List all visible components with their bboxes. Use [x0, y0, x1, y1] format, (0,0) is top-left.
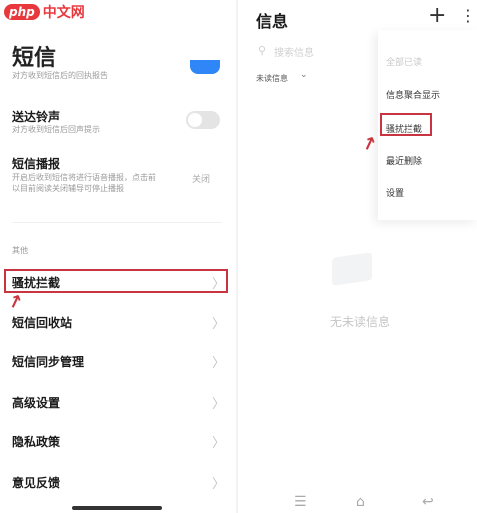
sms-broadcast-title: 短信播报	[12, 157, 61, 171]
menu-item-sms-sync[interactable]: 短信同步管理 〉	[0, 347, 236, 375]
chevron-right-icon: 〉	[212, 317, 226, 332]
search-input[interactable]: 搜索信息	[274, 44, 314, 59]
menu-item-advanced[interactable]: 高级设置 〉	[0, 388, 236, 416]
empty-state-icon	[332, 252, 372, 286]
delivery-ringtone-subtitle: 对方收到短信后回声提示	[12, 125, 100, 134]
divider	[12, 222, 222, 223]
search-icon: ⚲	[258, 44, 267, 57]
menu-item-label: 短信同步管理	[12, 355, 85, 369]
chevron-right-icon: 〉	[212, 397, 226, 412]
back-nav-icon[interactable]: ↩	[422, 494, 434, 510]
watermark: php 中文网	[4, 2, 85, 22]
menu-item-label: 隐私政策	[12, 435, 61, 449]
delivery-ringtone-toggle[interactable]	[186, 111, 220, 129]
menu-item-label: 短信回收站	[12, 316, 73, 330]
watermark-site-name: 中文网	[42, 5, 85, 21]
menu-item-label: 意见反馈	[12, 476, 61, 490]
menu-item-settings[interactable]: 设置	[386, 186, 404, 199]
sms-settings-panel: 短信 对方收到短信后的回执报告 送达铃声 对方收到短信后回声提示 短信播报 开启…	[0, 0, 236, 513]
menu-item-privacy[interactable]: 隐私政策 〉	[0, 427, 236, 455]
sms-broadcast-subtitle-1: 开启后收到短信将进行语音播报，点击前	[12, 173, 156, 182]
sms-broadcast-subtitle-2: 以目前阅读关闭辅导可停止播报	[12, 184, 124, 193]
section-label-other: 其他	[12, 246, 28, 255]
chevron-down-icon[interactable]: ⌄	[300, 70, 308, 80]
delivery-report-toggle[interactable]	[190, 60, 220, 74]
home-indicator[interactable]	[72, 506, 162, 510]
delivery-ringtone-title: 送达铃声	[12, 110, 61, 124]
more-icon[interactable]: ⋮	[460, 6, 476, 25]
empty-state-text: 无未读信息	[330, 315, 391, 329]
plus-icon[interactable]: +	[428, 3, 446, 28]
unread-filter[interactable]: 未读信息	[256, 73, 288, 84]
watermark-logo: php	[4, 4, 40, 20]
page-title: 短信	[12, 46, 57, 71]
menu-item-mark-all-read[interactable]: 全部已读	[386, 55, 422, 68]
menu-nav-icon[interactable]: ☰	[294, 494, 307, 510]
menu-item-feedback[interactable]: 意见反馈 〉	[0, 468, 236, 496]
messages-panel: 信息 + ⋮ ⚲ 搜索信息 未读信息 ⌄ 全部已读 信息聚合显示 骚扰拦截 最近…	[238, 0, 477, 513]
home-nav-icon[interactable]: ⌂	[356, 494, 365, 510]
chevron-right-icon: 〉	[212, 436, 226, 451]
menu-item-label: 高级设置	[12, 396, 61, 410]
sms-broadcast-value[interactable]: 关闭	[192, 172, 210, 185]
highlight-box	[380, 113, 432, 136]
menu-item-sms-trash[interactable]: 短信回收站 〉	[0, 308, 236, 336]
highlight-box	[4, 269, 228, 293]
chevron-right-icon: 〉	[212, 477, 226, 492]
delivery-report-subtitle: 对方收到短信后的回执报告	[12, 71, 108, 80]
menu-item-recently-deleted[interactable]: 最近删除	[386, 154, 422, 167]
menu-item-aggregate-display[interactable]: 信息聚合显示	[386, 88, 440, 101]
messages-title: 信息	[256, 12, 289, 31]
chevron-right-icon: 〉	[212, 356, 226, 371]
